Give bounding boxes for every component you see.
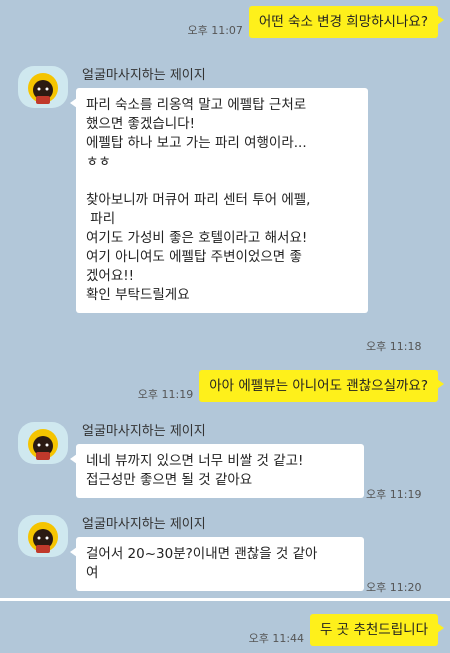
message-bubble-incoming[interactable]: 파리 숙소를 리옹역 말고 에펠탑 근처로 했으면 좋겠습니다! 에펠탑 하나 …	[70, 88, 368, 313]
chat-room: 오후 11:07 어떤 숙소 변경 희망하시나요? 얼굴마사지하는 제이지 파리…	[0, 0, 450, 653]
divider	[0, 598, 450, 601]
avatar[interactable]	[18, 422, 68, 464]
message-time: 오후 11:19	[366, 488, 422, 501]
message-bubble-outgoing[interactable]: 아아 에펠뷰는 아니어도 괜찮으실까요?	[199, 370, 444, 402]
message-bubble-incoming[interactable]: 네네 뷰까지 있으면 너무 비쌀 것 같고! 접근성만 좋으면 될 것 같아요	[70, 444, 364, 498]
sender-name: 얼굴마사지하는 제이지	[82, 424, 206, 439]
message-row-outgoing: 오후 11:44 두 곳 추천드립니다	[248, 614, 444, 646]
message-bubble-outgoing[interactable]: 두 곳 추천드립니다	[310, 614, 444, 646]
message-bubble-outgoing[interactable]: 어떤 숙소 변경 희망하시나요?	[248, 6, 445, 38]
avatar[interactable]	[18, 515, 68, 557]
message-time: 오후 11:19	[137, 388, 194, 401]
sender-name: 얼굴마사지하는 제이지	[82, 517, 206, 532]
message-row-outgoing: 오후 11:07 어떤 숙소 변경 희망하시나요?	[187, 6, 445, 38]
message-bubble-incoming[interactable]: 걸어서 20~30분?이내면 괜찮을 것 같아 여	[70, 537, 364, 591]
message-time: 오후 11:07	[187, 24, 243, 37]
avatar[interactable]	[18, 66, 68, 108]
sender-name: 얼굴마사지하는 제이지	[82, 68, 206, 83]
character-avatar-icon	[28, 522, 58, 553]
message-time: 오후 11:18	[366, 340, 422, 353]
character-avatar-icon	[28, 429, 58, 460]
message-time: 오후 11:20	[366, 581, 422, 594]
message-time: 오후 11:44	[248, 632, 305, 645]
character-avatar-icon	[28, 73, 58, 104]
message-row-outgoing: 오후 11:19 아아 에펠뷰는 아니어도 괜찮으실까요?	[137, 370, 444, 402]
